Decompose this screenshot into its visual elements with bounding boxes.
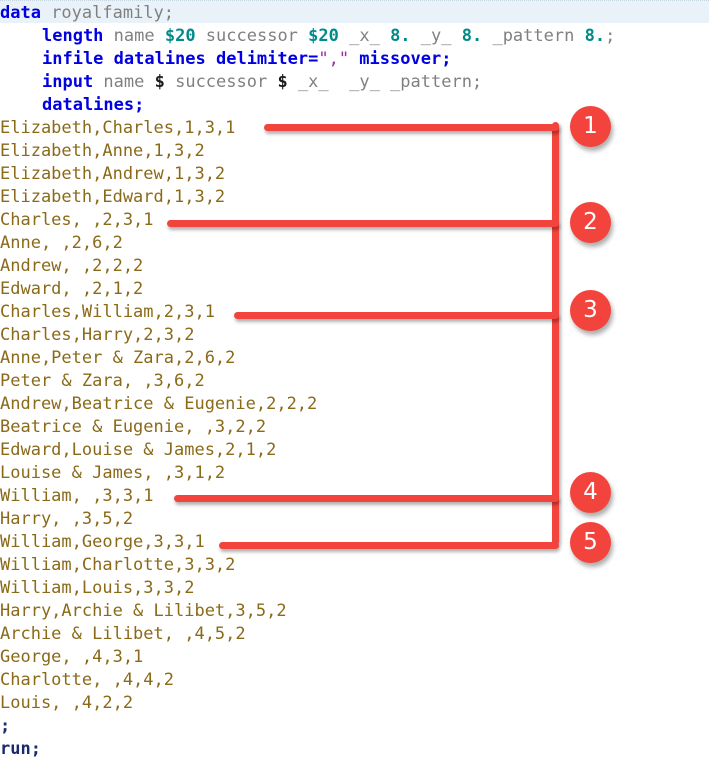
code-token-dataln: Harry, ,3,5,2 [0,509,134,529]
code-line[interactable]: Charles,Harry,2,3,2 [0,324,709,347]
code-token-fmt: 8. [584,26,606,46]
code-line[interactable]: Harry,Archie & Lilibet,3,5,2 [0,600,709,623]
code-token-plain: _x_ _y_ _pattern; [287,72,483,92]
code-line[interactable]: length name $20 successor $20 _x_ 8. _y_… [0,25,709,48]
code-token-dataln: Elizabeth,Edward,1,3,2 [0,187,226,207]
code-token-semi: ; [0,716,11,736]
code-token-semi: run; [0,739,41,759]
code-token-plain: royalfamily; [40,3,175,23]
code-line[interactable]: William,George,3,3,1 [0,531,709,554]
code-token-dataln: Anne,Peter & Zara,2,6,2 [0,348,236,368]
code-token-kw: input [42,72,94,92]
code-token-dataln: Andrew, ,2,2,2 [0,256,144,276]
code-line[interactable]: William, ,3,3,1 [0,485,709,508]
code-token-plain: _y_ [410,26,462,46]
code-line[interactable]: run; [0,738,709,761]
code-token-dataln: Edward, ,2,1,2 [0,279,144,299]
code-line[interactable]: William,Louis,3,3,2 [0,577,709,600]
code-token-kw: length [42,26,104,46]
code-token-dollar: $ [277,72,288,92]
code-token-kw: ; [441,49,452,69]
code-token-fmt: 8. [461,26,483,46]
code-token-kw: ; [134,95,145,115]
code-token-dataln: William, ,3,3,1 [0,486,154,506]
code-line[interactable]: Andrew,Beatrice & Eugenie,2,2,2 [0,393,709,416]
code-token-dataln: Edward,Louise & James,2,1,2 [0,440,277,460]
code-token-plain: successor [164,72,278,92]
code-line[interactable]: Charles,William,2,3,1 [0,301,709,324]
code-line[interactable]: Elizabeth,Anne,1,3,2 [0,140,709,163]
code-token-dataln: Beatrice & Eugenie, ,3,2,2 [0,417,267,437]
code-editor[interactable]: data royalfamily; length name $20 success… [0,0,709,763]
code-token-dataln: Louise & James, ,3,1,2 [0,463,226,483]
code-token-str: "," [318,49,350,69]
code-line[interactable]: data royalfamily; [0,2,709,25]
code-token-dataln: William,George,3,3,1 [0,532,205,552]
code-token-dataln: Harry,Archie & Lilibet,3,5,2 [0,601,287,621]
code-line[interactable]: Edward,Louise & James,2,1,2 [0,439,709,462]
code-token-dataln: Elizabeth,Andrew,1,3,2 [0,164,226,184]
code-token-plain: name [103,26,165,46]
code-token-dataln: Andrew,Beatrice & Eugenie,2,2,2 [0,394,318,414]
code-line[interactable]: Elizabeth,Edward,1,3,2 [0,186,709,209]
code-line[interactable]: input name $ successor $ _x_ _y_ _patter… [0,71,709,94]
code-token-dataln: Peter & Zara, ,3,6,2 [0,371,205,391]
code-token-dataln: Anne, ,2,6,2 [0,233,123,253]
code-line[interactable]: Louise & James, ,3,1,2 [0,462,709,485]
code-token-kw: missover [349,49,442,69]
code-line[interactable]: datalines; [0,94,709,117]
code-token-kw: infile datalines delimiter= [42,49,319,69]
code-token-dataln: Archie & Lilibet, ,4,5,2 [0,624,246,644]
code-token-plain: _pattern [482,26,585,46]
code-token-dataln: Elizabeth,Anne,1,3,2 [0,141,205,161]
code-token-dataln: William,Louis,3,3,2 [0,578,195,598]
code-token-dataln: Elizabeth,Charles,1,3,1 [0,118,236,138]
code-token-dataln: Louis, ,4,2,2 [0,693,134,713]
code-token-fmt: $20 [308,26,339,46]
code-line[interactable]: Elizabeth,Charles,1,3,1 [0,117,709,140]
code-line[interactable]: William,Charlotte,3,3,2 [0,554,709,577]
code-token-dataln: George, ,4,3,1 [0,647,144,667]
code-token-dataln: Charles, ,2,3,1 [0,210,154,230]
code-token-plain: name [93,72,155,92]
code-line[interactable]: Archie & Lilibet, ,4,5,2 [0,623,709,646]
code-token-plain: ; [605,26,616,46]
code-line[interactable]: Louis, ,4,2,2 [0,692,709,715]
code-token-dataln: William,Charlotte,3,3,2 [0,555,236,575]
code-line[interactable]: Beatrice & Eugenie, ,3,2,2 [0,416,709,439]
code-line[interactable]: Charlotte, ,4,4,2 [0,669,709,692]
code-line[interactable]: Harry, ,3,5,2 [0,508,709,531]
code-token-kw: datalines [42,95,135,115]
code-line[interactable]: infile datalines delimiter="," missover; [0,48,709,71]
code-line[interactable]: Anne, ,2,6,2 [0,232,709,255]
code-line[interactable]: ; [0,715,709,738]
code-token-plain: _x_ [338,26,391,46]
code-token-dataln: Charlotte, ,4,4,2 [0,670,174,690]
code-token-dataln: Charles,William,2,3,1 [0,302,215,322]
code-token-dataln: Charles,Harry,2,3,2 [0,325,195,345]
code-line[interactable]: Edward, ,2,1,2 [0,278,709,301]
code-token-fmt: $20 [164,26,196,46]
code-line[interactable]: Anne,Peter & Zara,2,6,2 [0,347,709,370]
code-line[interactable]: Charles, ,2,3,1 [0,209,709,232]
code-line[interactable]: Elizabeth,Andrew,1,3,2 [0,163,709,186]
code-line[interactable]: Andrew, ,2,2,2 [0,255,709,278]
code-token-dollar: $ [154,72,165,92]
code-token-plain: successor [195,26,309,46]
code-token-kw: data [0,3,41,23]
code-token-fmt: 8. [390,26,411,46]
code-line[interactable]: Peter & Zara, ,3,6,2 [0,370,709,393]
code-line[interactable]: George, ,4,3,1 [0,646,709,669]
